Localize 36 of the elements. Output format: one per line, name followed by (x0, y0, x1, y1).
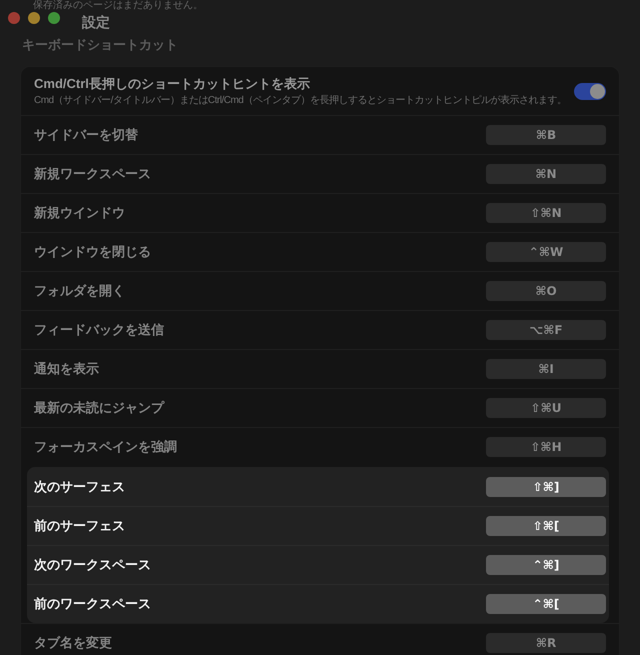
shortcut-label: フィードバックを送信 (34, 321, 164, 339)
window-zoom-icon[interactable] (48, 12, 60, 24)
shortcut-label: 新規ウインドウ (34, 204, 125, 222)
shortcut-label: タブ名を変更 (34, 634, 112, 652)
shortcut-label: 前のワークスペース (34, 595, 151, 613)
shortcut-key-button[interactable]: ⇧⌘[ (486, 516, 606, 536)
shortcut-label: 前のサーフェス (34, 517, 125, 535)
shortcut-label: 次のサーフェス (34, 478, 125, 496)
shortcut-key-button[interactable]: ⌃⌘W (486, 242, 606, 262)
setting-description: Cmd（サイドバー/タイトルバー）またはCtrl/Cmd（ペインタブ）を長押しするとショートカットヒントピルが表示されます。 (34, 94, 566, 106)
shortcut-label: ウインドウを閉じる (34, 243, 151, 261)
shortcut-label: サイドバーを切替 (34, 126, 138, 144)
shortcut-label: 通知を表示 (34, 360, 99, 378)
shortcut-key-button[interactable]: ⌘R (486, 633, 606, 653)
shortcut-key-button[interactable]: ⇧⌘H (486, 437, 606, 457)
shortcut-key-button[interactable]: ⇧⌘N (486, 203, 606, 223)
toggle-switch[interactable] (574, 82, 606, 100)
window-title: 設定 (82, 14, 110, 30)
shortcut-key-button[interactable]: ⇧⌘] (486, 477, 606, 497)
setting-title: Cmd/Ctrl長押しのショートカットヒントを表示 (34, 76, 310, 92)
shortcut-key-button[interactable]: ⌘I (486, 359, 606, 379)
shortcut-key-button[interactable]: ⌃⌘] (486, 555, 606, 575)
shortcut-label: 新規ワークスペース (34, 165, 151, 183)
window-close-icon[interactable] (8, 12, 20, 24)
shortcut-label: 次のワークスペース (34, 556, 151, 574)
shortcut-key-button[interactable]: ⌥⌘F (486, 320, 606, 340)
shortcut-key-button[interactable]: ⌘O (486, 281, 606, 301)
window-minimize-icon[interactable] (28, 12, 40, 24)
section-heading: キーボードショートカット (22, 37, 178, 53)
shortcut-key-button[interactable]: ⇧⌘U (486, 398, 606, 418)
shortcut-key-button[interactable]: ⌘N (486, 164, 606, 184)
shortcut-label: 最新の未読にジャンプ (34, 399, 164, 417)
shortcut-key-button[interactable]: ⌃⌘[ (486, 594, 606, 614)
shortcut-key-button[interactable]: ⌘B (486, 125, 606, 145)
shortcut-label: フォーカスペインを強調 (34, 438, 177, 456)
shortcut-label: フォルダを開く (34, 282, 125, 300)
